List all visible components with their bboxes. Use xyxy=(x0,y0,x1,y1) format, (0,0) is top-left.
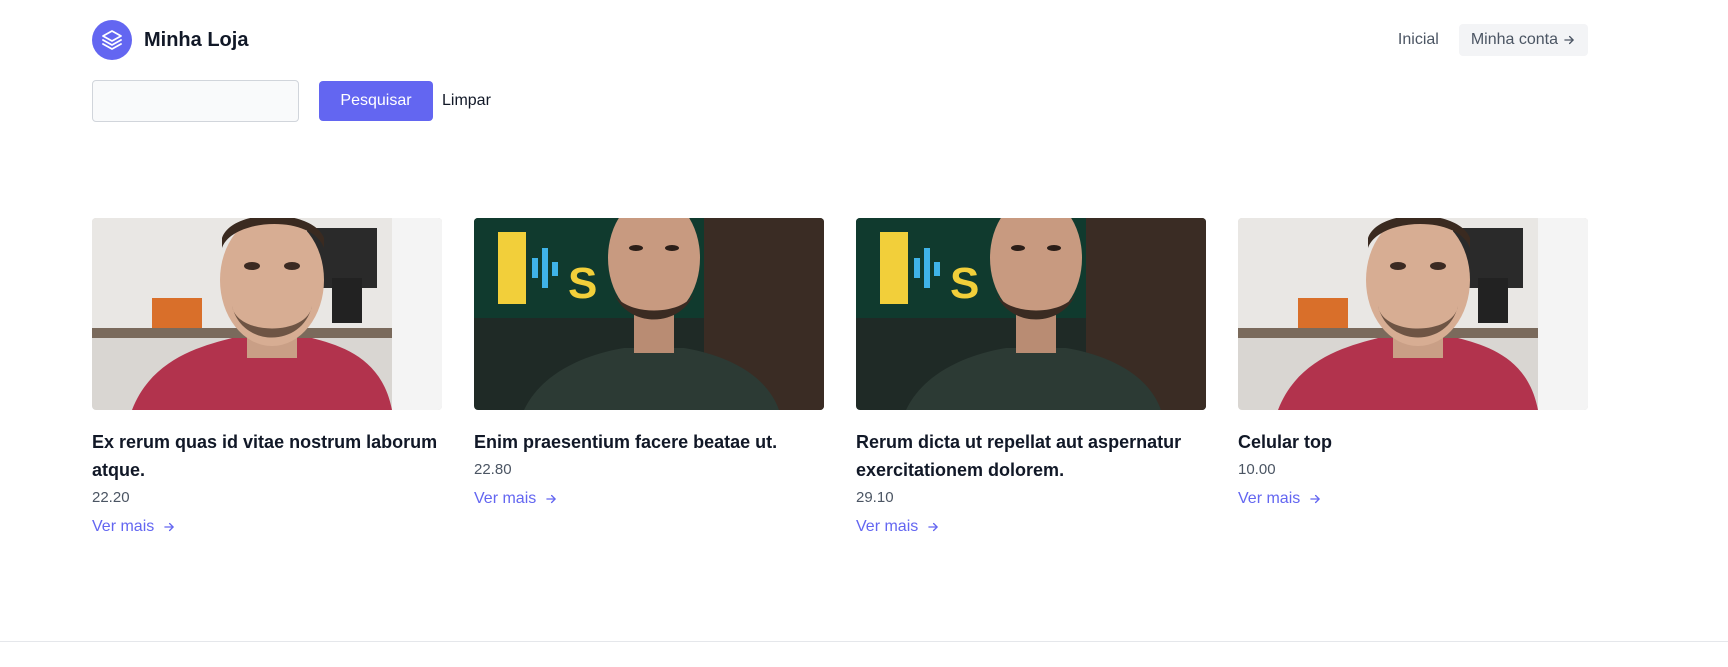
arrow-right-icon xyxy=(546,494,556,504)
see-more-link[interactable]: Ver mais xyxy=(474,490,558,508)
arrow-right-icon xyxy=(164,522,174,532)
svg-text:S: S xyxy=(568,259,597,308)
product-title[interactable]: Ex rerum quas id vitae nostrum laborum a… xyxy=(92,428,442,484)
arrow-right-icon xyxy=(1564,35,1574,45)
product-title[interactable]: Rerum dicta ut repellat aut aspernatur e… xyxy=(856,428,1206,484)
footer-divider xyxy=(0,641,1728,642)
site-header: Minha Loja Inicial Minha conta xyxy=(92,20,1588,62)
see-more-label: Ver mais xyxy=(92,518,155,535)
product-price: 22.80 xyxy=(474,461,512,478)
account-button-label: Minha conta xyxy=(1470,31,1558,48)
search-button[interactable]: Pesquisar xyxy=(319,81,433,121)
product-price: 10.00 xyxy=(1238,461,1276,478)
product-card[interactable]: Celular top 10.00 Ver mais xyxy=(1238,218,1588,508)
brand-name[interactable]: Minha Loja xyxy=(144,29,248,52)
product-price: 22.20 xyxy=(92,489,130,506)
clear-link[interactable]: Limpar xyxy=(442,92,491,110)
see-more-link[interactable]: Ver mais xyxy=(856,518,940,536)
account-button[interactable]: Minha conta xyxy=(1458,24,1588,56)
product-image[interactable] xyxy=(92,218,442,410)
svg-text:S: S xyxy=(950,259,979,308)
product-title[interactable]: Enim praesentium facere beatae ut. xyxy=(474,428,824,456)
see-more-label: Ver mais xyxy=(1238,490,1301,507)
product-card[interactable]: S Rerum dicta ut repellat aut aspernatur… xyxy=(856,218,1206,536)
see-more-link[interactable]: Ver mais xyxy=(1238,490,1322,508)
nav-home-link[interactable]: Inicial xyxy=(1398,31,1439,49)
product-image[interactable]: S xyxy=(856,218,1206,410)
top-nav: Inicial Minha conta xyxy=(1398,24,1588,56)
logo-icon[interactable] xyxy=(92,20,132,60)
see-more-label: Ver mais xyxy=(474,490,537,507)
product-image[interactable]: S xyxy=(474,218,824,410)
product-grid: Ex rerum quas id vitae nostrum laborum a… xyxy=(92,218,1588,558)
search-input[interactable] xyxy=(92,80,299,122)
product-image[interactable] xyxy=(1238,218,1588,410)
search-bar: Pesquisar Limpar xyxy=(92,80,491,122)
see-more-link[interactable]: Ver mais xyxy=(92,518,176,536)
arrow-right-icon xyxy=(1310,494,1320,504)
product-price: 29.10 xyxy=(856,489,894,506)
arrow-right-icon xyxy=(928,522,938,532)
product-card[interactable]: S Enim praesentium facere beatae ut. 22.… xyxy=(474,218,824,508)
see-more-label: Ver mais xyxy=(856,518,919,535)
product-title[interactable]: Celular top xyxy=(1238,428,1588,456)
product-card[interactable]: Ex rerum quas id vitae nostrum laborum a… xyxy=(92,218,442,536)
